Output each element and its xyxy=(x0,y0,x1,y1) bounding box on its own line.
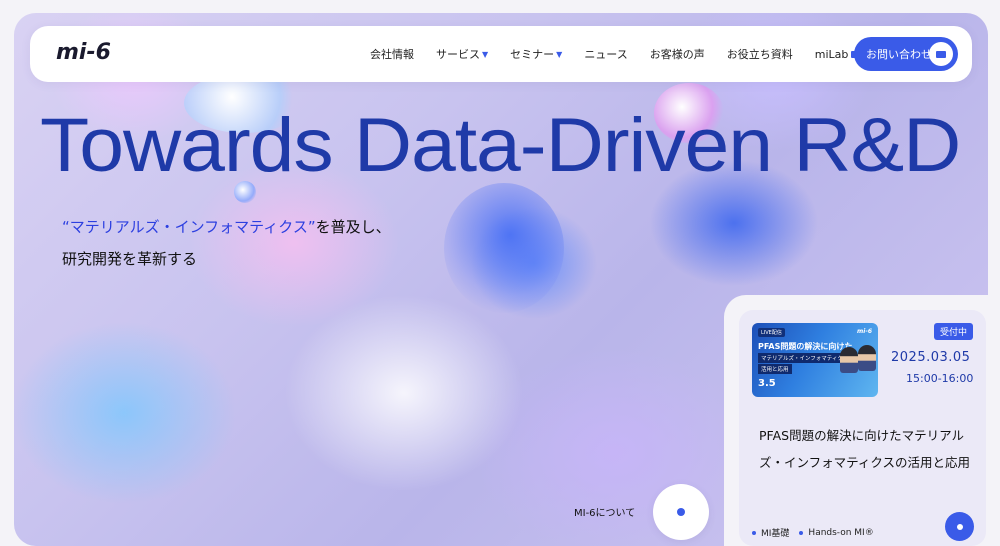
about-button[interactable] xyxy=(653,484,709,540)
nav-item-news[interactable]: ニュース xyxy=(584,46,627,62)
nav-menu: 会社情報 サービス ▼ セミナー ▼ ニュース お客様の声 お役立ち資料 miL… xyxy=(370,26,881,82)
thumbnail-date: 3.5 xyxy=(758,378,776,389)
hero-subtitle-line2: 研究開発を革新する xyxy=(62,250,198,268)
event-title[interactable]: PFAS問題の解決に向けたマテリアルズ・インフォマティクスの活用と応用 xyxy=(759,422,973,476)
status-badge: 受付中 xyxy=(934,323,973,340)
contact-button[interactable]: お問い合わせ xyxy=(854,37,958,71)
hero-subtitle-line1: “マテリアルズ・インフォマティクス”を普及し、 xyxy=(62,216,391,237)
speaker-photo xyxy=(858,345,876,371)
hero-subtitle-rest: を普及し、 xyxy=(315,218,391,236)
nav-item-resources[interactable]: お役立ち資料 xyxy=(727,46,793,62)
hero-headline: Towards Data-Driven R&D xyxy=(40,103,961,188)
event-date: 2025.03.05 xyxy=(891,350,971,365)
dot-icon xyxy=(677,508,685,516)
thumbnail-title-line3: 活用と応用 xyxy=(758,364,792,374)
nav-item-services[interactable]: サービス ▼ xyxy=(436,46,488,62)
thumbnail-tag: LIVE配信 xyxy=(758,328,785,337)
about-link-label[interactable]: MI-6について xyxy=(574,504,635,519)
mail-icon-wrap xyxy=(929,42,953,66)
event-tag[interactable]: Hands-on MI® xyxy=(799,526,873,539)
event-thumbnail[interactable]: LIVE配信 mi-6 PFAS問題の解決に向けた マテリアルズ・インフォマティ… xyxy=(752,323,878,397)
thumbnail-title-line1: PFAS問題の解決に向けた xyxy=(758,342,853,351)
mail-icon xyxy=(936,50,946,58)
nav-item-seminars[interactable]: セミナー ▼ xyxy=(510,46,562,62)
nav-item-testimonials[interactable]: お客様の声 xyxy=(650,46,705,62)
nav-item-company[interactable]: 会社情報 xyxy=(370,46,414,62)
nav-item-milab[interactable]: miLab xyxy=(815,48,860,61)
thumbnail-brand: mi-6 xyxy=(857,328,872,335)
chevron-down-icon: ▼ xyxy=(482,49,489,59)
speaker-photo xyxy=(840,347,858,373)
event-tag[interactable]: MI基礎 xyxy=(752,526,789,539)
site-logo[interactable]: mi-6 xyxy=(56,40,111,65)
decorative-bubble xyxy=(444,183,564,313)
chevron-down-icon: ▼ xyxy=(556,49,563,59)
event-card-button[interactable] xyxy=(945,512,974,541)
event-time: 15:00-16:00 xyxy=(906,372,974,385)
event-tags: MI基礎 Hands-on MI® xyxy=(752,526,874,540)
dot-icon xyxy=(956,523,963,530)
hero-subtitle-accent: “マテリアルズ・インフォマティクス” xyxy=(62,218,316,236)
top-navigation: mi-6 会社情報 サービス ▼ セミナー ▼ ニュース お客様の声 お役立ち資… xyxy=(30,26,972,82)
